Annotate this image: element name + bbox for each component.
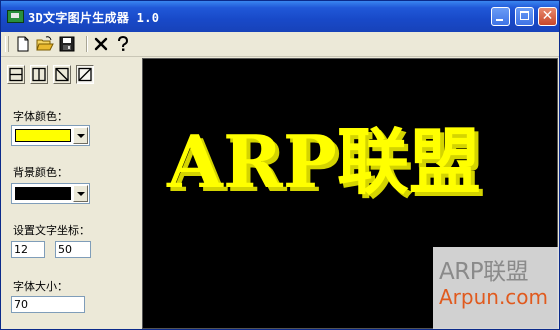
- window-title: 3D文字图片生成器 1.0: [28, 11, 160, 25]
- help-button[interactable]: [114, 35, 132, 53]
- diagonal-up-icon: [78, 67, 92, 82]
- chevron-down-icon[interactable]: [73, 185, 88, 202]
- open-button[interactable]: [36, 35, 54, 53]
- font-size-label: 字体大小：: [13, 280, 68, 293]
- coords-label: 设置文字坐标：: [13, 224, 90, 237]
- mode-horizontal-button[interactable]: [7, 65, 25, 84]
- vertical-split-icon: [32, 67, 46, 82]
- save-button[interactable]: [58, 35, 76, 53]
- close-button[interactable]: ✕: [538, 7, 557, 26]
- maximize-icon: [520, 11, 529, 20]
- font-color-swatch: [15, 129, 71, 142]
- watermark-title: ARP联盟: [439, 259, 529, 285]
- open-folder-icon: [36, 36, 54, 51]
- chevron-down-icon[interactable]: [73, 127, 88, 144]
- bg-color-combo[interactable]: [11, 183, 90, 204]
- mode-vertical-button[interactable]: [30, 65, 48, 84]
- watermark-url: Arpun.com: [439, 285, 549, 309]
- main-window: 3D文字图片生成器 1.0 ✕ 字体颜色： 背景颜色： 设置文字坐标： 12 5…: [0, 0, 560, 330]
- x-coord-input[interactable]: 12: [11, 241, 45, 258]
- diagonal-down-icon: [55, 67, 69, 82]
- delete-icon: [94, 37, 108, 51]
- bg-color-label: 背景颜色：: [13, 166, 68, 179]
- close-icon: ✕: [541, 8, 554, 24]
- font-color-combo[interactable]: [11, 125, 90, 146]
- new-file-icon: [17, 36, 29, 52]
- bg-color-swatch: [15, 187, 71, 200]
- preview-text: ARP联盟: [166, 119, 481, 204]
- minimize-icon: [496, 19, 503, 21]
- y-coord-input[interactable]: 50: [55, 241, 91, 258]
- save-icon: [59, 36, 75, 52]
- minimize-button[interactable]: [491, 7, 510, 26]
- toolbar-grip[interactable]: [5, 36, 9, 52]
- maximize-button[interactable]: [515, 7, 534, 26]
- app-icon: [7, 10, 24, 23]
- mode-diagonal-up-button[interactable]: [76, 65, 94, 84]
- font-color-label: 字体颜色：: [13, 110, 68, 123]
- delete-button[interactable]: [92, 35, 110, 53]
- horizontal-split-icon: [9, 67, 23, 82]
- settings-panel: 字体颜色： 背景颜色： 设置文字坐标： 12 50 字体大小： 70: [1, 57, 138, 329]
- title-bar[interactable]: 3D文字图片生成器 1.0 ✕: [1, 1, 559, 32]
- mode-diagonal-down-button[interactable]: [53, 65, 71, 84]
- toolbar-separator: [86, 36, 88, 52]
- toolbar: [1, 32, 559, 57]
- watermark: ARP联盟 Arpun.com: [433, 247, 559, 329]
- help-icon: [118, 35, 129, 51]
- font-size-input[interactable]: 70: [11, 296, 85, 313]
- new-button[interactable]: [14, 35, 32, 53]
